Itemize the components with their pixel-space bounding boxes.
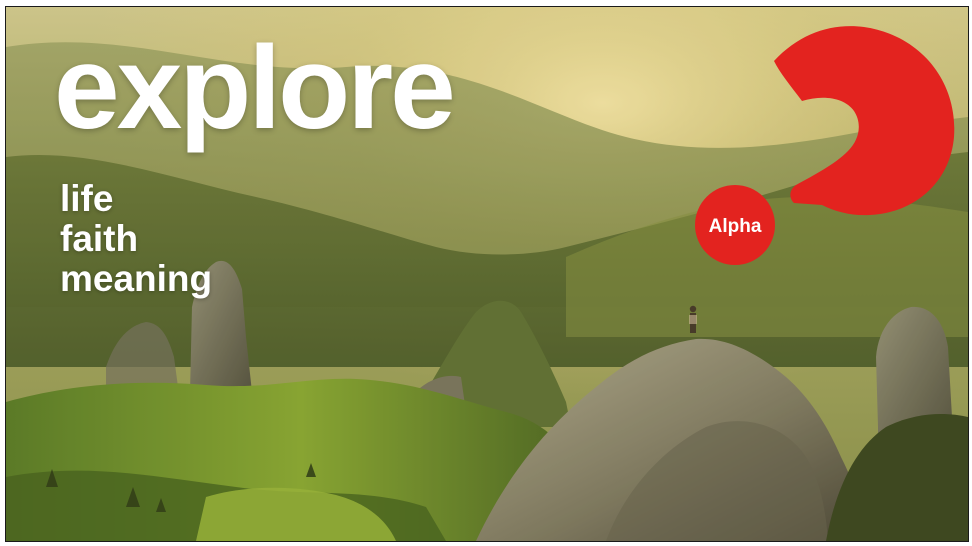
tagline-list: life faith meaning <box>60 179 212 299</box>
alpha-logo-text: Alpha <box>709 216 762 237</box>
tagline-item: life <box>60 178 114 219</box>
tagline-item: faith <box>60 218 139 259</box>
tagline-item: meaning <box>60 258 213 299</box>
alpha-question-mark-shape <box>774 26 955 216</box>
hero-banner: explore life faith meaning Alpha <box>5 6 969 542</box>
alpha-logo: Alpha <box>695 26 955 265</box>
headline-explore: explore <box>54 22 456 154</box>
